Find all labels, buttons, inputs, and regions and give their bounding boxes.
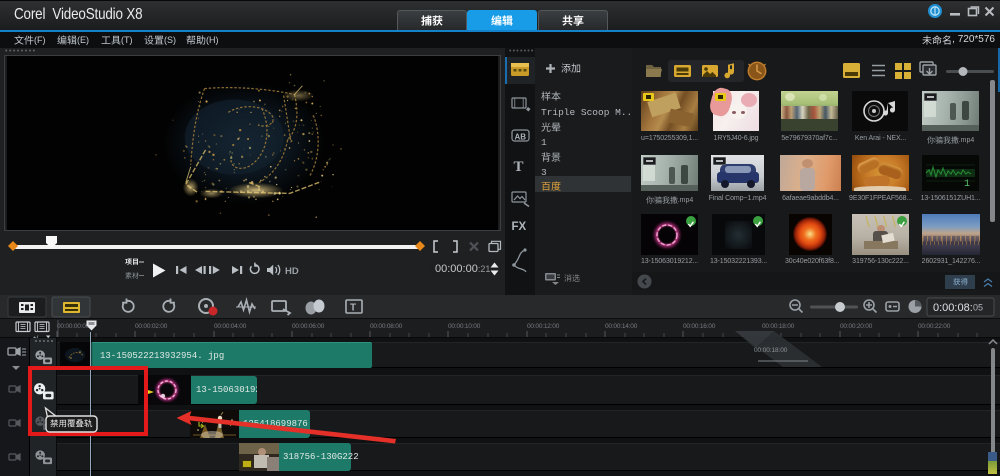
svg-text:00:00:08:00: 00:00:08:00 <box>370 323 403 330</box>
svg-text:T: T <box>350 303 356 314</box>
svg-text:00:00:04:00: 00:00:04:00 <box>214 323 247 330</box>
svg-text:00:00:18:00: 00:00:18:00 <box>754 347 788 354</box>
svg-text:00:00:14:00: 00:00:14:00 <box>605 323 638 330</box>
svg-text:00:00:06:00: 00:00:06:00 <box>292 323 325 330</box>
svg-text:00:00:00:00: 00:00:00:00 <box>57 323 90 330</box>
svg-text:FX: FX <box>512 221 527 233</box>
svg-text:00:00:02:00: 00:00:02:00 <box>135 323 168 330</box>
svg-text:HD: HD <box>285 266 299 277</box>
svg-text:AB: AB <box>515 133 527 142</box>
svg-text:00:00:18:00: 00:00:18:00 <box>762 323 795 330</box>
svg-text:00:00:10:00: 00:00:10:00 <box>448 323 481 330</box>
svg-text:00:00:12:00: 00:00:12:00 <box>527 323 560 330</box>
svg-text:00:00:16:00: 00:00:16:00 <box>683 323 716 330</box>
svg-text:05: 05 <box>973 303 983 313</box>
svg-text:1: 1 <box>964 179 970 190</box>
svg-text:T: T <box>514 159 524 175</box>
svg-text:00:00:20:00: 00:00:20:00 <box>840 323 873 330</box>
svg-text:00:00:22:00: 00:00:22:00 <box>918 323 951 330</box>
svg-text:0:00:08:: 0:00:08: <box>933 302 973 314</box>
